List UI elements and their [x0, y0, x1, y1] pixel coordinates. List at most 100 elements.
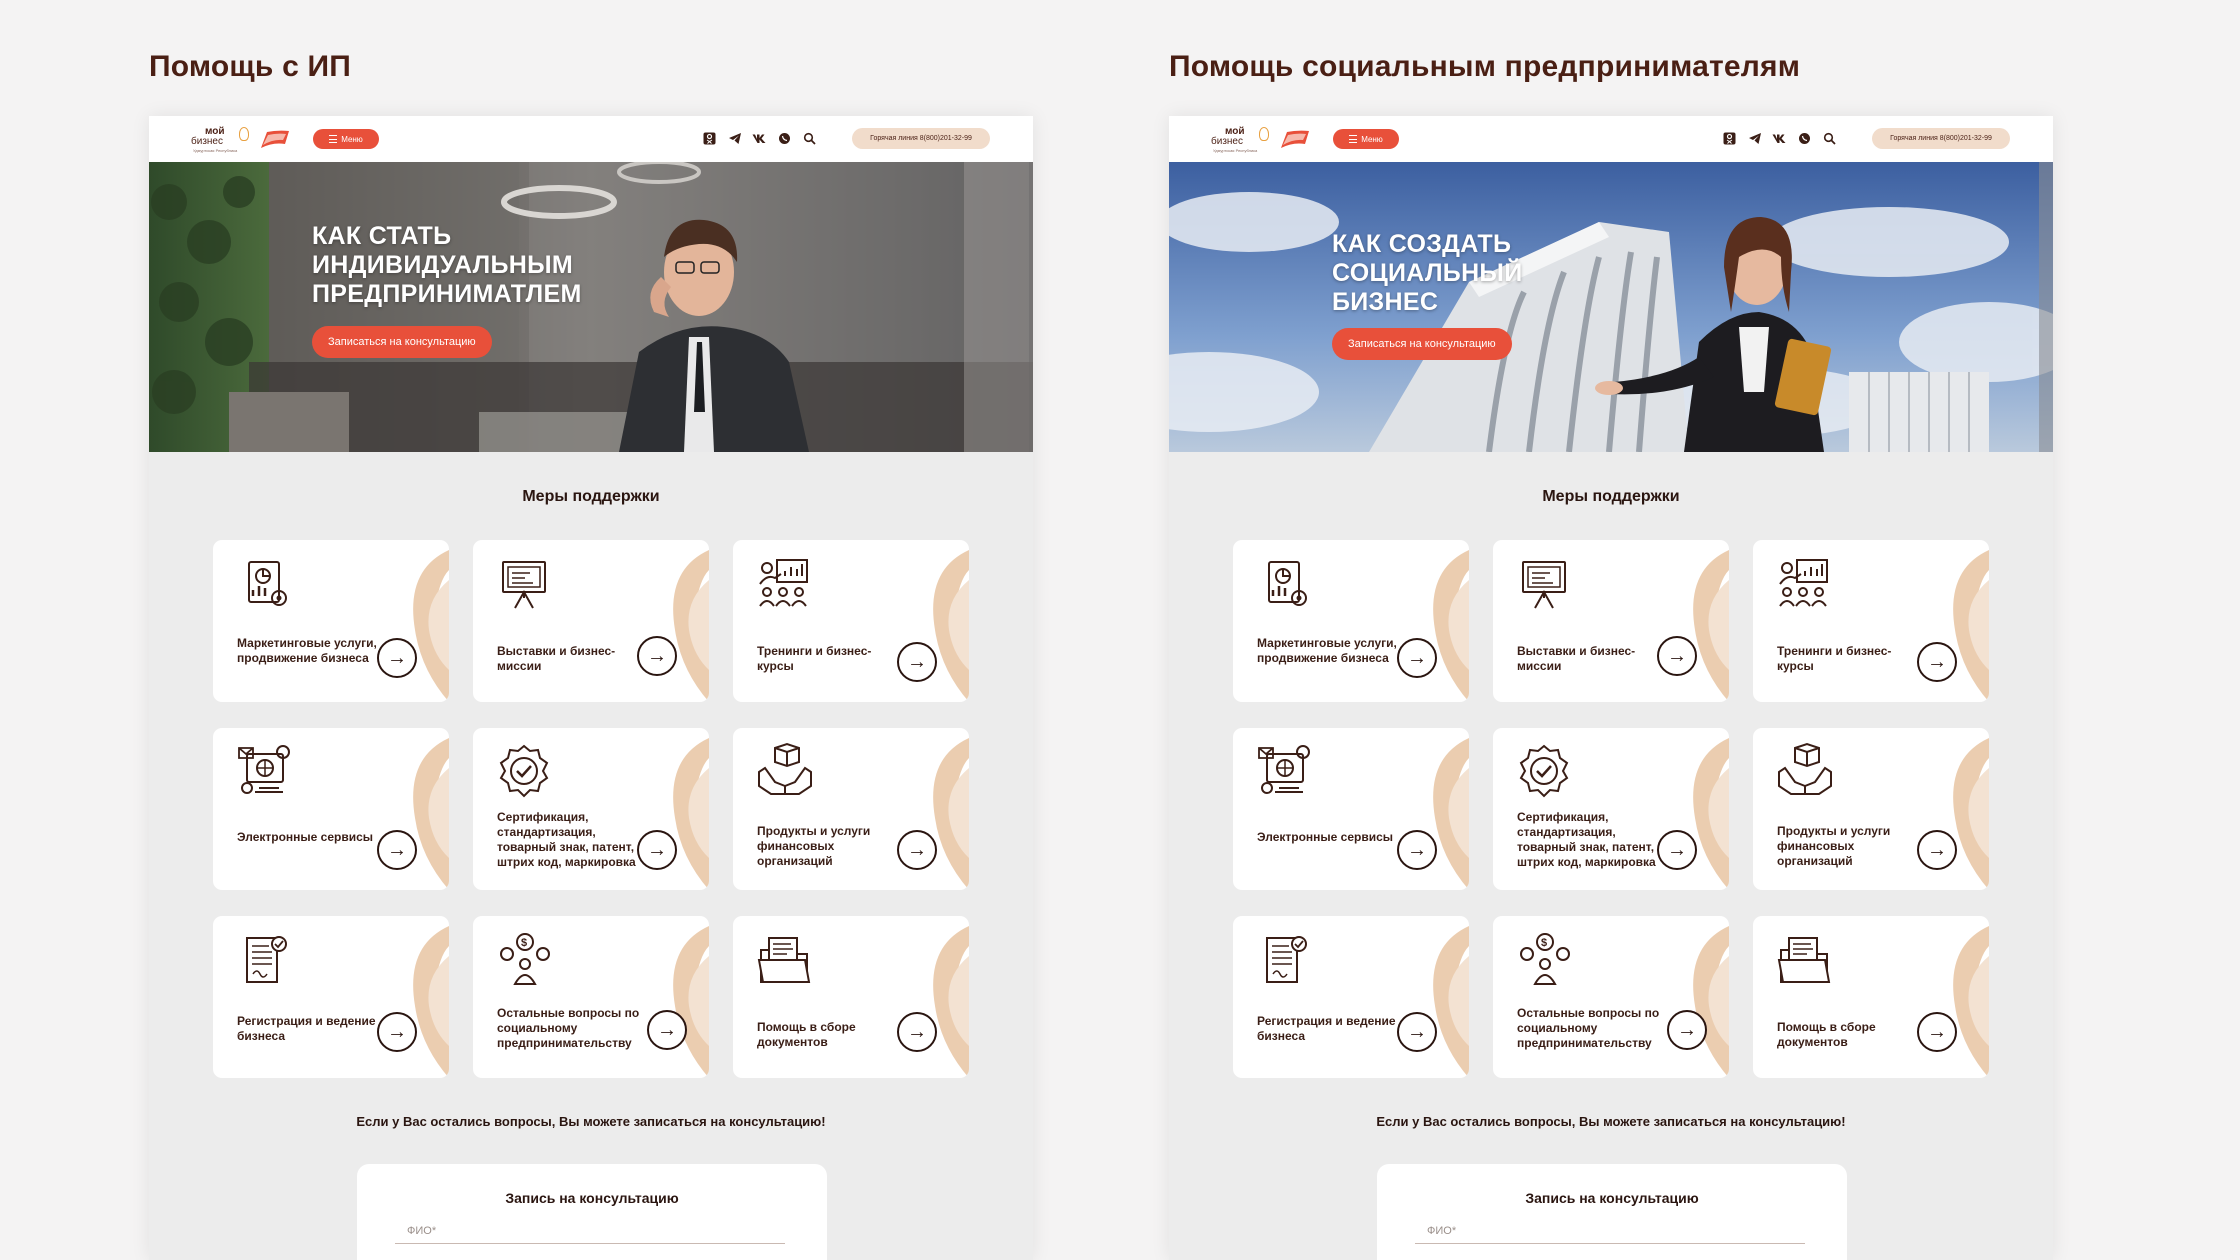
- search-icon[interactable]: [802, 131, 817, 146]
- support-card-label: Остальные вопросы по социальному предпри…: [1517, 1006, 1660, 1050]
- support-card-label: Электронные сервисы: [1257, 830, 1394, 844]
- arrow-right-icon[interactable]: →: [647, 1010, 687, 1050]
- panel-individual-entrepreneur: Помощь с ИП мой бизнес Удмуртская Респуб…: [149, 0, 1033, 1260]
- arrow-right-icon[interactable]: →: [1397, 638, 1437, 678]
- marketing-chart-icon: [1268, 561, 1307, 606]
- telegram-icon[interactable]: [1747, 131, 1762, 146]
- support-card[interactable]: Электронные сервисы →: [1233, 728, 1469, 890]
- consultation-form: Запись на консультацию: [1377, 1164, 1847, 1260]
- support-card[interactable]: Продукты и услуги финансовых организаций…: [733, 728, 969, 890]
- support-card[interactable]: $ Остальные вопросы по социальному предпр…: [1493, 916, 1729, 1078]
- lightbulb-icon: [1259, 127, 1269, 141]
- form-title: Запись на консультацию: [505, 1190, 679, 1206]
- support-card[interactable]: Электронные сервисы →: [213, 728, 449, 890]
- telegram-icon[interactable]: [727, 131, 742, 146]
- panel-title: Помощь с ИП: [149, 50, 352, 83]
- hero-title-line: СОЦИАЛЬНЫЙ: [1332, 259, 1523, 287]
- financial-products-icon: [758, 742, 812, 795]
- hero-title-line: КАК СОЗДАТЬ: [1332, 230, 1512, 258]
- logo[interactable]: мой бизнес Удмуртская Республика: [1211, 124, 1271, 154]
- social-questions-icon: $: [1520, 933, 1570, 985]
- documents-folder-icon: [757, 937, 811, 983]
- support-card-label: Сертификация, стандартизация, товарный з…: [1517, 810, 1656, 869]
- logo-main-text: бизнес: [191, 136, 223, 147]
- arrow-right-icon[interactable]: →: [1917, 642, 1957, 682]
- fio-input[interactable]: [1415, 1218, 1805, 1244]
- arrow-right-icon[interactable]: →: [637, 636, 677, 676]
- support-card[interactable]: Регистрация и ведение бизнеса →: [213, 916, 449, 1078]
- card-decoration: [1953, 926, 1989, 1078]
- arrow-right-icon[interactable]: →: [897, 830, 937, 870]
- support-card[interactable]: Выставки и бизнес-миссии →: [1493, 540, 1729, 702]
- arrow-right-icon[interactable]: →: [897, 642, 937, 682]
- support-card[interactable]: Помощь в сборе документов →: [1753, 916, 1989, 1078]
- arrow-right-icon[interactable]: →: [377, 830, 417, 870]
- fio-input[interactable]: [395, 1218, 785, 1244]
- arrow-right-icon[interactable]: →: [1667, 1010, 1707, 1050]
- social-links: [702, 131, 817, 146]
- svg-text:$: $: [521, 937, 527, 949]
- odnoklassniki-icon[interactable]: [702, 131, 717, 146]
- card-decoration: [1693, 550, 1729, 702]
- support-card[interactable]: Маркетинговые услуги, продвижение бизнес…: [1233, 540, 1469, 702]
- menu-button[interactable]: Меню: [313, 129, 379, 149]
- hotline-badge[interactable]: Горячая линия 8(800)201-32-99: [852, 128, 990, 149]
- marketing-chart-icon: [248, 561, 287, 606]
- support-card-label: Остальные вопросы по социальному предпри…: [497, 1006, 640, 1050]
- whatsapp-icon[interactable]: [777, 131, 792, 146]
- arrow-right-icon[interactable]: →: [377, 638, 417, 678]
- vk-icon[interactable]: [1772, 131, 1787, 146]
- panel-title: Помощь социальным предпринимателям: [1169, 50, 1801, 83]
- hotline-badge[interactable]: Горячая линия 8(800)201-32-99: [1872, 128, 2010, 149]
- support-card[interactable]: Тренинги и бизнес-курсы →: [1753, 540, 1989, 702]
- support-card-label: Выставки и бизнес-миссии: [497, 644, 616, 673]
- support-card[interactable]: Сертификация, стандартизация, товарный з…: [473, 728, 709, 890]
- support-card[interactable]: Регистрация и ведение бизнеса →: [1233, 916, 1469, 1078]
- odnoklassniki-icon[interactable]: [1722, 131, 1737, 146]
- hero-banner: КАК СТАТЬ ИНДИВИДУАЛЬНЫМ ПРЕДПРИНИМАТЛЕМ…: [149, 162, 1033, 452]
- support-card-label: Тренинги и бизнес-курсы: [757, 644, 872, 673]
- arrow-right-icon[interactable]: →: [377, 1012, 417, 1052]
- card-decoration: [413, 926, 449, 1078]
- logo-sub-text: Удмуртская Республика: [193, 148, 238, 153]
- support-card-label: Электронные сервисы: [237, 830, 374, 844]
- search-icon[interactable]: [1822, 131, 1837, 146]
- menu-label: Меню: [341, 134, 363, 144]
- presentation-board-icon: [502, 561, 546, 609]
- support-card[interactable]: Маркетинговые услуги, продвижение бизнес…: [213, 540, 449, 702]
- arrow-right-icon[interactable]: →: [1397, 1012, 1437, 1052]
- support-card[interactable]: Сертификация, стандартизация, товарный з…: [1493, 728, 1729, 890]
- arrow-right-icon[interactable]: →: [897, 1012, 937, 1052]
- support-card-label: Сертификация, стандартизация, товарный з…: [497, 810, 636, 869]
- hero-banner: КАК СОЗДАТЬ СОЦИАЛЬНЫЙ БИЗНЕС Записаться…: [1169, 162, 2053, 452]
- hero-title-line: БИЗНЕС: [1332, 288, 1439, 316]
- arrow-right-icon[interactable]: →: [637, 830, 677, 870]
- documents-folder-icon: [1777, 937, 1831, 983]
- arrow-right-icon[interactable]: →: [1657, 830, 1697, 870]
- support-card-label: Регистрация и ведение бизнеса: [237, 1014, 376, 1043]
- financial-products-icon: [1778, 742, 1832, 795]
- support-card-label: Помощь в сборе документов: [757, 1020, 856, 1049]
- arrow-right-icon[interactable]: →: [1917, 830, 1957, 870]
- website-mockup: мой бизнес Удмуртская Республика Меню Го…: [1169, 116, 2053, 1260]
- logo[interactable]: мой бизнес Удмуртская Республика: [191, 124, 251, 154]
- flag-icon: [261, 130, 289, 148]
- support-card[interactable]: Помощь в сборе документов →: [733, 916, 969, 1078]
- vk-icon[interactable]: [752, 131, 767, 146]
- arrow-right-icon[interactable]: →: [1657, 636, 1697, 676]
- support-card[interactable]: Тренинги и бизнес-курсы →: [733, 540, 969, 702]
- support-card[interactable]: Выставки и бизнес-миссии →: [473, 540, 709, 702]
- whatsapp-icon[interactable]: [1797, 131, 1812, 146]
- site-header: мой бизнес Удмуртская Республика Меню Го…: [149, 116, 1033, 162]
- support-title: Меры поддержки: [522, 488, 660, 505]
- consultation-button[interactable]: Записаться на консультацию: [312, 326, 492, 358]
- support-card[interactable]: Продукты и услуги финансовых организаций…: [1753, 728, 1989, 890]
- hero-title: КАК СОЗДАТЬ СОЦИАЛЬНЫЙ БИЗНЕС: [1332, 230, 1662, 317]
- arrow-right-icon[interactable]: →: [1917, 1012, 1957, 1052]
- support-card[interactable]: $ Остальные вопросы по социальному предпр…: [473, 916, 709, 1078]
- menu-button[interactable]: Меню: [1333, 129, 1399, 149]
- arrow-right-icon[interactable]: →: [1397, 830, 1437, 870]
- consultation-button[interactable]: Записаться на консультацию: [1332, 328, 1512, 360]
- panel-social-entrepreneurs: Помощь социальным предпринимателям мой б…: [1169, 0, 2053, 1260]
- site-header: мой бизнес Удмуртская Республика Меню Го…: [1169, 116, 2053, 162]
